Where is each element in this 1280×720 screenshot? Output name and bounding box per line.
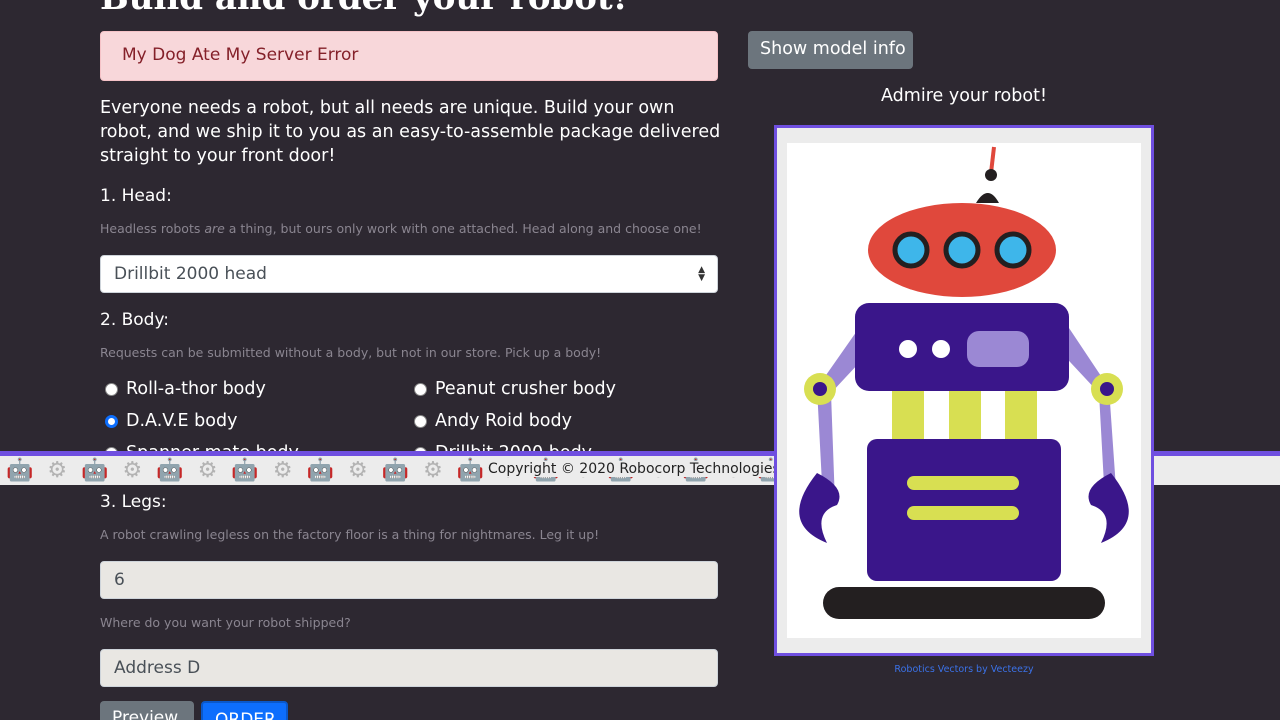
body-option-peanut-crusher[interactable]: Peanut crusher body — [414, 379, 616, 399]
vecteezy-credit-link[interactable]: Robotics Vectors by Vecteezy — [774, 664, 1154, 675]
robot-pattern-icon: ⚙ — [423, 458, 443, 483]
robot-stripe-1 — [907, 476, 1019, 490]
robot-antenna-base — [976, 193, 999, 203]
robot-waist-bar-2 — [949, 391, 981, 441]
robot-pattern-icon: ⚙ — [347, 458, 368, 483]
robot-chest — [855, 303, 1069, 391]
address-input-value: Address D — [114, 658, 201, 678]
body-option-dave[interactable]: D.A.V.E body — [105, 411, 237, 431]
order-button[interactable]: ORDER — [201, 701, 288, 720]
legs-heading: 3. Legs: — [100, 492, 167, 512]
body-option-label: Roll-a-thor body — [126, 379, 266, 399]
radio-checked-icon[interactable] — [105, 414, 118, 428]
robot-eye-middle — [943, 231, 981, 269]
head-select-value: Drillbit 2000 head — [114, 264, 267, 284]
robot-preview-canvas — [787, 143, 1141, 638]
robot-waist-bar-1 — [892, 391, 924, 441]
body-option-label: Andy Roid body — [435, 411, 572, 431]
robot-stripe-2 — [907, 506, 1019, 520]
legs-help-text: A robot crawling legless on the factory … — [100, 527, 600, 542]
robot-eye-right — [994, 231, 1032, 269]
robot-pattern-icon: 🤖 — [6, 458, 34, 483]
head-select[interactable]: Drillbit 2000 head ▲ ▼ — [100, 255, 718, 293]
robot-shoulder-right-inner — [1100, 382, 1114, 396]
robot-pattern-icon: 🤖 — [306, 458, 334, 483]
robot-pattern-icon: 🤖 — [231, 458, 259, 483]
address-help-text: Where do you want your robot shipped? — [100, 615, 351, 630]
robot-pattern-icon: 🤖 — [381, 458, 410, 483]
robot-illustration — [799, 146, 1129, 619]
legs-input[interactable]: 6 — [100, 561, 718, 599]
head-heading: 1. Head: — [100, 186, 172, 206]
robot-chest-light-2 — [932, 340, 950, 358]
body-option-label: Peanut crusher body — [435, 379, 616, 399]
radio-icon[interactable] — [414, 382, 427, 396]
robot-waist-bar-3 — [1005, 391, 1037, 441]
robot-pattern-icon: ⚙ — [47, 458, 68, 483]
robot-shoulder-left-inner — [813, 382, 827, 396]
robot-chest-panel — [967, 331, 1029, 367]
body-help-text: Requests can be submitted without a body… — [100, 345, 602, 360]
radio-icon[interactable] — [414, 414, 427, 428]
error-alert: My Dog Ate My Server Error — [100, 31, 718, 81]
robot-eye-left — [892, 231, 930, 269]
head-help-text: Headless robots are a thing, but ours on… — [100, 221, 702, 236]
robot-base — [823, 587, 1105, 619]
body-option-roll-a-thor[interactable]: Roll-a-thor body — [105, 379, 266, 399]
body-heading: 2. Body: — [100, 310, 170, 330]
select-caret-icon: ▲ ▼ — [698, 265, 705, 283]
body-option-andy-roid[interactable]: Andy Roid body — [414, 411, 572, 431]
intro-text: Everyone needs a robot, but all needs ar… — [100, 98, 721, 166]
robot-pattern-icon: 🤖 — [156, 458, 184, 483]
robot-antenna-tip — [985, 169, 997, 181]
preview-button[interactable]: Preview — [100, 701, 194, 720]
robot-pattern-icon: ⚙ — [272, 458, 293, 483]
radio-icon[interactable] — [105, 382, 118, 396]
show-model-info-button[interactable]: Show model info — [748, 31, 913, 69]
robot-pattern-icon: ⚙ — [197, 458, 218, 483]
address-input[interactable]: Address D — [100, 649, 718, 687]
robot-claw-right — [1088, 473, 1129, 543]
robot-pattern-icon: 🤖 — [81, 458, 109, 483]
copyright-text: Copyright © 2020 Robocorp Technologies, … — [488, 461, 793, 477]
body-option-label: D.A.V.E body — [126, 411, 238, 431]
robot-preview-frame — [774, 125, 1154, 656]
robot-chest-light-1 — [899, 340, 917, 358]
page-title: Build and order your robot! — [100, 0, 628, 18]
legs-input-value: 6 — [114, 570, 125, 590]
robot-pattern-icon: 🤖 — [456, 458, 485, 483]
robot-order-page: Build and order your robot! My Dog Ate M… — [0, 0, 1280, 720]
robot-pattern-icon: ⚙ — [122, 458, 143, 483]
preview-heading: Admire your robot! — [881, 86, 1047, 106]
